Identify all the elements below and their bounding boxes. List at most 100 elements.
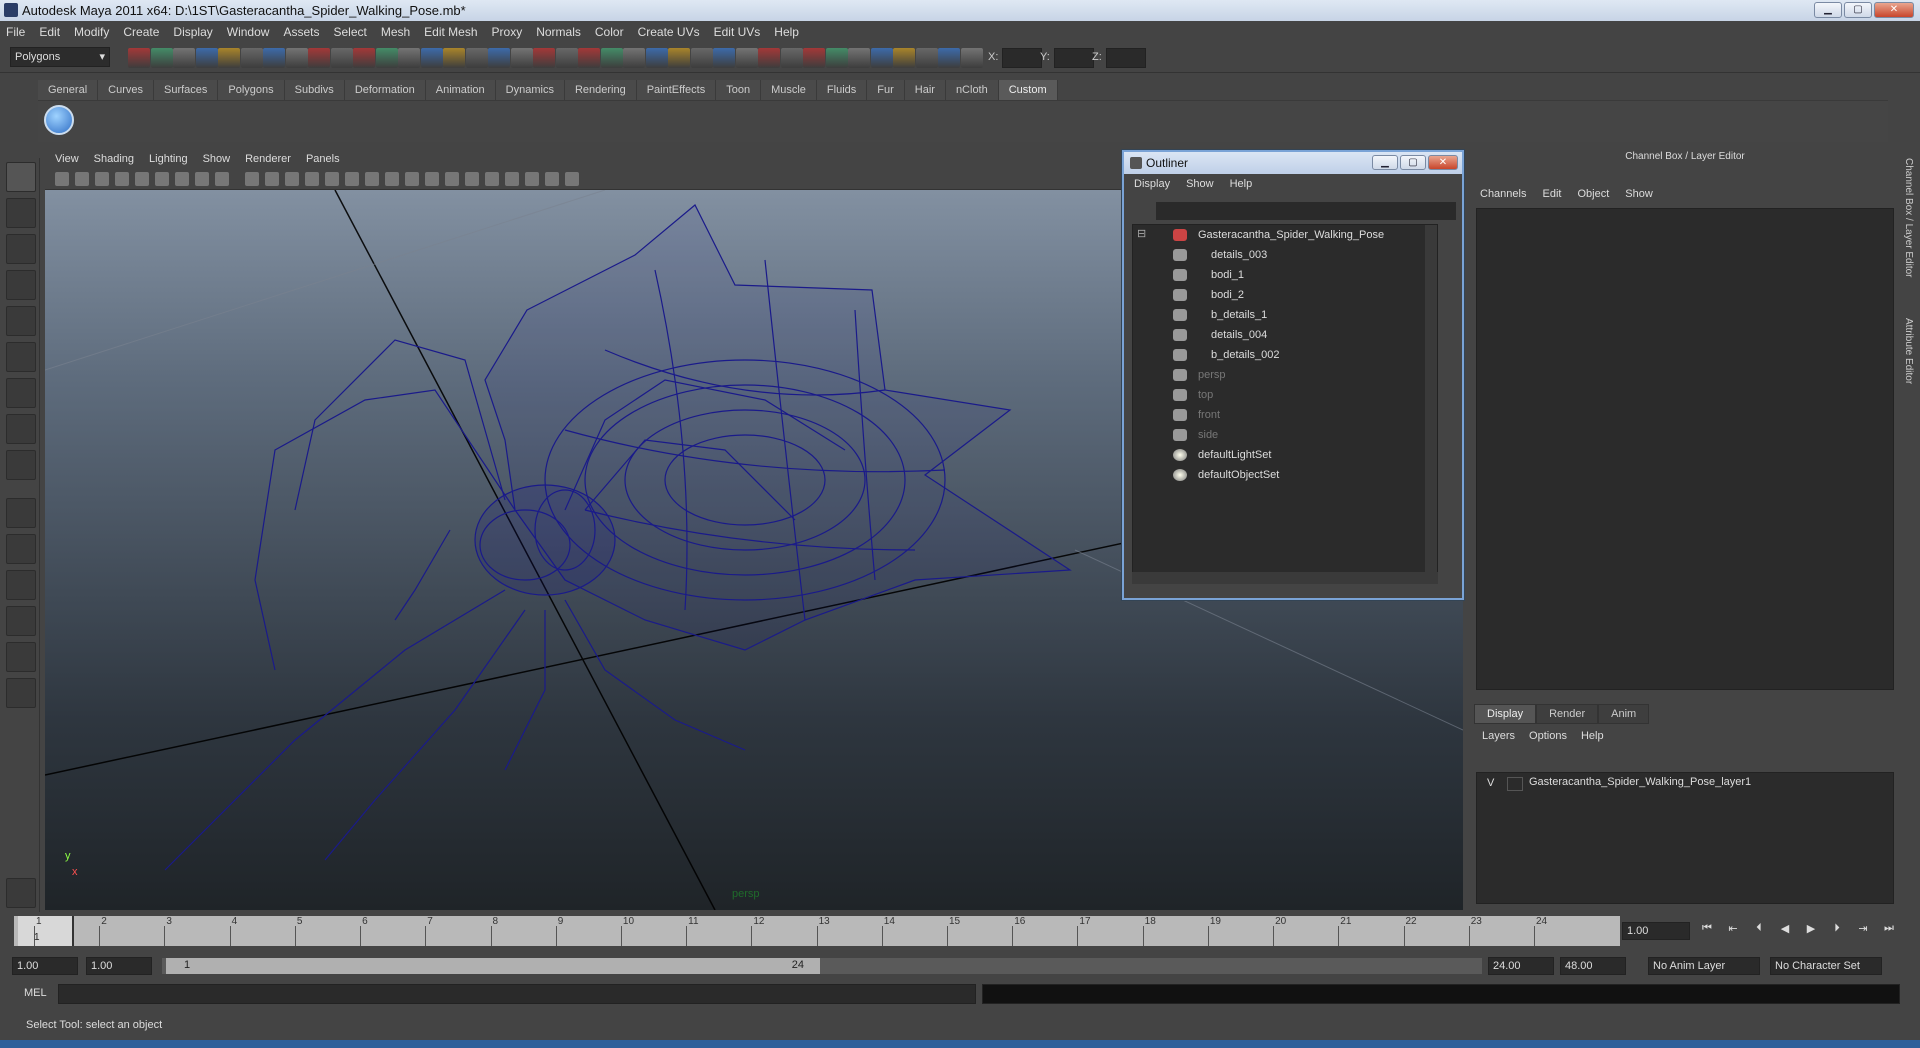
status-line-tool-icon[interactable] [600, 48, 623, 68]
status-line-tool-icon[interactable] [465, 48, 488, 68]
viewport-tool-icon[interactable] [485, 172, 499, 186]
menu-create-uvs[interactable]: Create UVs [638, 25, 700, 39]
viewport-tool-icon[interactable] [325, 172, 339, 186]
shelf-tab-general[interactable]: General [38, 80, 99, 100]
status-line-tool-icon[interactable] [848, 48, 870, 68]
viewport-tool-icon[interactable] [285, 172, 299, 186]
rotate-tool-icon[interactable] [6, 306, 36, 336]
status-line-tool-icon[interactable] [263, 48, 285, 68]
step-forward-key-button[interactable]: ⇥ [1854, 922, 1872, 938]
viewport-tool-icon[interactable] [525, 172, 539, 186]
viewport-tool-icon[interactable] [385, 172, 399, 186]
outliner-item[interactable]: defaultLightSet [1133, 445, 1425, 465]
outliner-item[interactable]: bodi_2 [1133, 285, 1425, 305]
single-pane-layout-icon[interactable] [6, 498, 36, 528]
play-forwards-button[interactable]: ▶ [1802, 922, 1820, 938]
viewport-menu-shading[interactable]: Shading [94, 153, 134, 165]
menu-assets[interactable]: Assets [283, 25, 319, 39]
shelf-tab-ncloth[interactable]: nCloth [945, 80, 999, 100]
viewport-tool-icon[interactable] [565, 172, 579, 186]
outliner-item[interactable]: Gasteracantha_Spider_Walking_Pose [1133, 225, 1425, 245]
status-line-tool-icon[interactable] [240, 48, 263, 68]
viewport-tool-icon[interactable] [465, 172, 479, 186]
command-input[interactable] [58, 984, 976, 1004]
close-button[interactable]: ✕ [1874, 2, 1914, 18]
status-line-tool-icon[interactable] [330, 48, 353, 68]
menu-normals[interactable]: Normals [536, 25, 581, 39]
shelf-tab-fur[interactable]: Fur [867, 80, 905, 100]
menu-edit[interactable]: Edit [39, 25, 60, 39]
status-line-tool-icon[interactable] [668, 48, 690, 68]
menu-file[interactable]: File [6, 25, 25, 39]
viewport-menu-lighting[interactable]: Lighting [149, 153, 188, 165]
viewport-tool-icon[interactable] [95, 172, 109, 186]
outliner-item[interactable]: front [1133, 405, 1425, 425]
anim-end-field[interactable]: 48.00 [1560, 957, 1626, 975]
menu-select[interactable]: Select [333, 25, 366, 39]
viewport-tool-icon[interactable] [405, 172, 419, 186]
outliner-item[interactable]: top [1133, 385, 1425, 405]
status-line-tool-icon[interactable] [623, 48, 645, 68]
menu-edit-mesh[interactable]: Edit Mesh [424, 25, 477, 39]
viewport-menu-view[interactable]: View [55, 153, 79, 165]
menu-help[interactable]: Help [774, 25, 799, 39]
shelf-tab-fluids[interactable]: Fluids [816, 80, 868, 100]
status-line-tool-icon[interactable] [690, 48, 713, 68]
step-back-frame-button[interactable]: ⏴ [1750, 922, 1768, 938]
outliner-item[interactable]: b_details_002 [1133, 345, 1425, 365]
viewport-tool-icon[interactable] [195, 172, 209, 186]
four-pane-layout-icon[interactable] [6, 534, 36, 564]
menu-edit-uvs[interactable]: Edit UVs [714, 25, 761, 39]
status-line-tool-icon[interactable] [803, 48, 825, 68]
menu-display[interactable]: Display [173, 25, 212, 39]
shelf-tab-rendering[interactable]: Rendering [564, 80, 637, 100]
menu-create[interactable]: Create [123, 25, 159, 39]
status-line-tool-icon[interactable] [420, 48, 443, 68]
status-line-tool-icon[interactable] [398, 48, 420, 68]
move-tool-icon[interactable] [6, 270, 36, 300]
status-line-tool-icon[interactable] [195, 48, 218, 68]
status-line-tool-icon[interactable] [285, 48, 308, 68]
status-line-tool-icon[interactable] [645, 48, 668, 68]
layer-visibility-toggle[interactable]: V [1487, 777, 1494, 789]
layer-row[interactable]: V Gasteracantha_Spider_Walking_Pose_laye… [1477, 775, 1893, 793]
status-line-tool-icon[interactable] [173, 48, 195, 68]
select-tool-icon[interactable] [6, 162, 36, 192]
status-line-tool-icon[interactable] [870, 48, 893, 68]
layer-tab-display[interactable]: Display [1474, 704, 1537, 724]
status-line-tool-icon[interactable] [308, 48, 330, 68]
viewport-menu-show[interactable]: Show [203, 153, 231, 165]
status-line-tool-icon[interactable] [893, 48, 915, 68]
outliner-menu-display[interactable]: Display [1134, 178, 1170, 190]
channel-box-menu-show[interactable]: Show [1625, 188, 1653, 200]
menu-proxy[interactable]: Proxy [492, 25, 523, 39]
status-line-tool-icon[interactable] [218, 48, 240, 68]
lasso-tool-icon[interactable] [6, 198, 36, 228]
status-line-tool-icon[interactable] [488, 48, 510, 68]
step-back-key-button[interactable]: ⇤ [1724, 922, 1742, 938]
channel-box-menu-object[interactable]: Object [1577, 188, 1609, 200]
collapse-icon[interactable]: ⊟ [1137, 227, 1146, 240]
shelf-tab-curves[interactable]: Curves [98, 80, 154, 100]
viewport-tool-icon[interactable] [545, 172, 559, 186]
viewport-tool-icon[interactable] [265, 172, 279, 186]
layer-list[interactable]: V Gasteracantha_Spider_Walking_Pose_laye… [1476, 772, 1894, 904]
outliner-close-button[interactable]: ✕ [1428, 155, 1458, 170]
status-line-tool-icon[interactable] [510, 48, 533, 68]
maximize-button[interactable]: ▢ [1844, 2, 1872, 18]
anim-layer-dropdown[interactable]: No Anim Layer [1648, 957, 1760, 975]
anim-start-field[interactable]: 1.00 [12, 957, 78, 975]
mel-label[interactable]: MEL [24, 987, 47, 999]
outliner-list[interactable]: Gasteracantha_Spider_Walking_Pose details… [1132, 224, 1438, 581]
outliner-filter-field[interactable] [1156, 202, 1456, 220]
viewport-tool-icon[interactable] [425, 172, 439, 186]
menu-color[interactable]: Color [595, 25, 624, 39]
shelf-tab-painteffects[interactable]: PaintEffects [636, 80, 717, 100]
viewport-tool-icon[interactable] [75, 172, 89, 186]
menu-modify[interactable]: Modify [74, 25, 109, 39]
status-line-tool-icon[interactable] [533, 48, 555, 68]
graph-layout-icon[interactable] [6, 606, 36, 636]
viewport-tool-icon[interactable] [115, 172, 129, 186]
layer-template-toggle[interactable] [1507, 777, 1523, 791]
menu-window[interactable]: Window [227, 25, 270, 39]
